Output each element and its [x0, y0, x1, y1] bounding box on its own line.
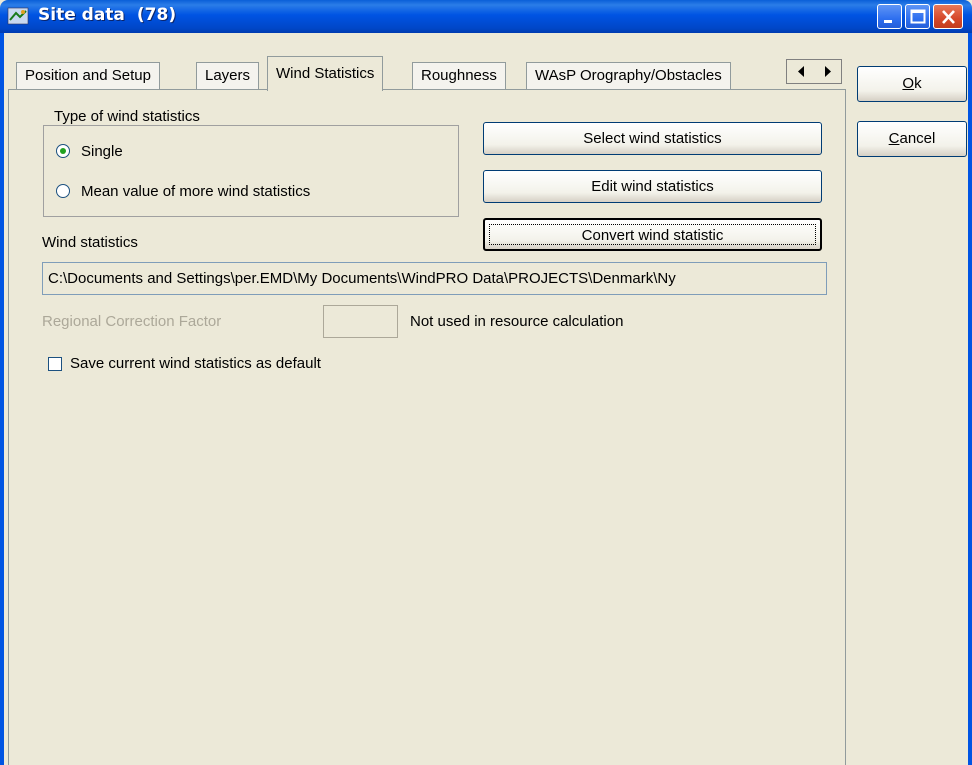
title-bar[interactable]: Site data (78)	[0, 0, 972, 33]
tab-scroll-left-button[interactable]	[789, 60, 814, 83]
ok-button[interactable]: Ok	[857, 66, 967, 102]
save-default-label[interactable]: Save current wind statistics as default	[70, 355, 321, 372]
tab-wasp-orography-obstacles[interactable]: WAsP Orography/Obstacles	[526, 62, 731, 89]
cancel-button[interactable]: Cancel	[857, 121, 967, 157]
focus-rectangle	[489, 224, 816, 245]
maximize-icon	[910, 9, 926, 24]
arrow-left-icon	[798, 66, 804, 77]
minimize-button[interactable]	[877, 4, 902, 29]
windpro-app-icon	[7, 7, 29, 25]
window-frame-right	[968, 33, 972, 765]
save-default-checkbox[interactable]	[48, 357, 62, 371]
close-button[interactable]	[933, 4, 963, 29]
cancel-label-rest: ancel	[899, 130, 936, 147]
radio-single[interactable]	[56, 144, 70, 158]
ok-label-rest: k	[914, 75, 922, 92]
wind-statistics-path-field[interactable]: C:\Documents and Settings\per.EMD\My Doc…	[42, 262, 827, 295]
maximize-button[interactable]	[905, 4, 930, 29]
close-icon	[942, 10, 955, 24]
window-title-count: (78)	[136, 5, 177, 25]
tab-layers[interactable]: Layers	[196, 62, 260, 89]
minimize-icon	[884, 20, 892, 23]
arrow-right-icon	[825, 66, 831, 77]
tab-roughness[interactable]: Roughness	[412, 62, 506, 89]
select-wind-statistics-button[interactable]: Select wind statistics	[483, 122, 822, 155]
wind-statistics-label: Wind statistics	[42, 234, 138, 251]
wind-type-group-label: Type of wind statistics	[52, 108, 202, 125]
ok-mnemonic: O	[902, 75, 915, 92]
tab-position-and-setup[interactable]: Position and Setup	[16, 62, 160, 89]
tab-wind-statistics[interactable]: Wind Statistics	[267, 56, 384, 91]
radio-single-label[interactable]: Single	[81, 143, 123, 160]
regional-correction-note: Not used in resource calculation	[410, 313, 624, 330]
window-frame-left	[0, 33, 4, 765]
edit-wind-statistics-button[interactable]: Edit wind statistics	[483, 170, 822, 203]
regional-correction-label: Regional Correction Factor	[42, 313, 222, 330]
radio-mean-value-label[interactable]: Mean value of more wind statistics	[81, 183, 310, 200]
tab-scroll-right-button[interactable]	[815, 60, 840, 83]
regional-correction-input[interactable]	[323, 305, 398, 338]
window-title-text: Site data	[38, 5, 125, 25]
radio-selected-dot	[60, 148, 66, 154]
radio-mean-value[interactable]	[56, 184, 70, 198]
tab-scroll-arrows	[786, 59, 842, 84]
wind-type-groupbox	[43, 125, 459, 217]
convert-wind-statistic-button[interactable]: Convert wind statistic	[483, 218, 822, 251]
cancel-mnemonic: C	[888, 130, 900, 147]
window-title: Site data (78)	[38, 5, 176, 25]
